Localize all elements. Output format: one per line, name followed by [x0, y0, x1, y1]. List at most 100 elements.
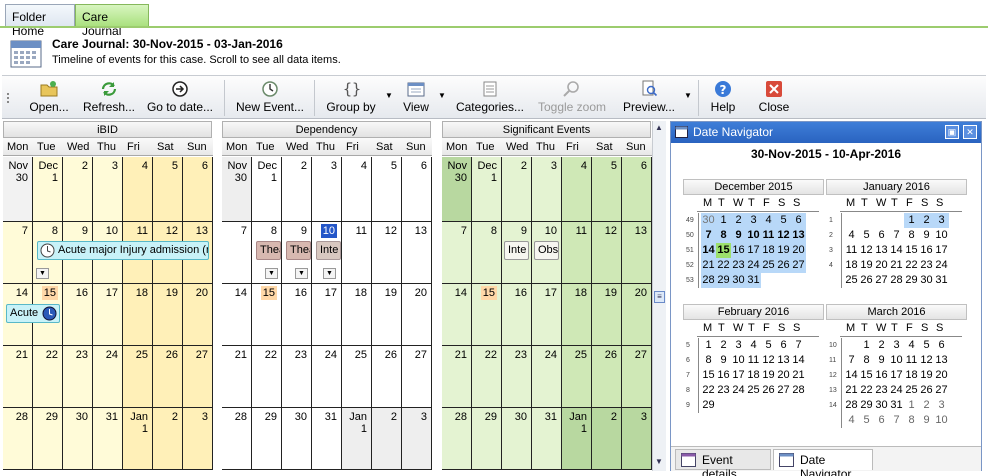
navigator-day[interactable]: 4: [844, 413, 859, 428]
tab-date-navigator[interactable]: Date Navigator: [773, 449, 873, 476]
calendar-day-cell[interactable]: 24: [93, 346, 123, 408]
calendar-day-cell[interactable]: 24: [312, 346, 342, 408]
calendar-day-cell[interactable]: 19: [372, 284, 402, 346]
calendar-day-cell[interactable]: 30: [63, 408, 93, 470]
navigator-day[interactable]: 21: [701, 258, 716, 273]
navigator-day[interactable]: 10: [934, 228, 949, 243]
navigator-day[interactable]: 22: [904, 258, 919, 273]
calendar-day-cell[interactable]: 7: [442, 222, 472, 284]
navigator-day[interactable]: 15: [859, 368, 874, 383]
navigator-day[interactable]: 6: [874, 413, 889, 428]
navigator-day[interactable]: 7: [889, 228, 904, 243]
navigator-day[interactable]: 13: [934, 353, 949, 368]
calendar-day-cell[interactable]: 27: [183, 346, 213, 408]
calendar-day-cell[interactable]: Nov 30: [222, 157, 252, 222]
calendar-day-cell[interactable]: 16: [502, 284, 532, 346]
navigator-day[interactable]: 13: [791, 228, 806, 243]
navigator-day[interactable]: 24: [731, 383, 746, 398]
calendar-day-cell[interactable]: 18: [562, 284, 592, 346]
calendar-day-cell[interactable]: 22: [33, 346, 63, 408]
calendar-day-cell[interactable]: 23: [282, 346, 312, 408]
calendar-day-cell[interactable]: 17: [93, 284, 123, 346]
navigator-day[interactable]: 25: [844, 273, 859, 288]
navigator-day[interactable]: 21: [844, 383, 859, 398]
navigator-day[interactable]: 13: [776, 353, 791, 368]
navigator-day[interactable]: 17: [731, 368, 746, 383]
calendar-day-cell[interactable]: 6: [402, 157, 432, 222]
navigator-day[interactable]: 6: [934, 338, 949, 353]
calendar-day-cell[interactable]: 12: [372, 222, 402, 284]
navigator-day[interactable]: 10: [746, 228, 761, 243]
navigator-day[interactable]: 18: [761, 243, 776, 258]
navigator-day[interactable]: 22: [859, 383, 874, 398]
calendar-day-cell[interactable]: 12: [592, 222, 622, 284]
calendar-day-cell[interactable]: 3: [312, 157, 342, 222]
navigator-day[interactable]: 26: [776, 258, 791, 273]
navigator-day[interactable]: 14: [889, 243, 904, 258]
calendar-day-cell[interactable]: 20: [622, 284, 652, 346]
calendar-day-cell[interactable]: 29: [33, 408, 63, 470]
calendar-day-cell[interactable]: 7: [3, 222, 33, 284]
calendar-day-cell[interactable]: 28: [442, 408, 472, 470]
navigator-day[interactable]: 26: [919, 383, 934, 398]
calendar-day-cell[interactable]: 23: [502, 346, 532, 408]
navigator-day[interactable]: 28: [889, 273, 904, 288]
navigator-day[interactable]: 31: [934, 273, 949, 288]
navigator-day[interactable]: 27: [874, 273, 889, 288]
more-events-icon[interactable]: ▼: [323, 268, 336, 279]
tab-event-details[interactable]: Event details: [675, 449, 771, 476]
navigator-day[interactable]: 7: [889, 413, 904, 428]
calendar-day-cell[interactable]: Jan 1: [123, 408, 153, 470]
navigator-day[interactable]: 10: [889, 353, 904, 368]
group-by-button[interactable]: {} Group by: [320, 76, 382, 120]
navigator-day[interactable]: 15: [716, 243, 731, 258]
event-acute[interactable]: Acute: [6, 304, 60, 323]
navigator-day[interactable]: 14: [844, 368, 859, 383]
calendar-day-cell[interactable]: 28: [222, 408, 252, 470]
navigator-day[interactable]: 22: [716, 258, 731, 273]
navigator-day[interactable]: 14: [701, 243, 716, 258]
navigator-day[interactable]: 5: [859, 228, 874, 243]
calendar-day-cell[interactable]: Dec 1: [252, 157, 282, 222]
navigator-day[interactable]: 22: [701, 383, 716, 398]
event-obse[interactable]: Obse: [534, 241, 559, 260]
calendar-day-cell[interactable]: Jan 1: [342, 408, 372, 470]
navigator-day[interactable]: 8: [859, 353, 874, 368]
calendar-day-cell[interactable]: 27: [402, 346, 432, 408]
calendar-day-cell[interactable]: 21: [442, 346, 472, 408]
navigator-day[interactable]: 2: [919, 213, 934, 228]
calendar-day-cell[interactable]: 31: [312, 408, 342, 470]
event-inte-significant[interactable]: Inte: [504, 241, 529, 260]
navigator-day[interactable]: 2: [716, 338, 731, 353]
calendar-day-cell[interactable]: 26: [592, 346, 622, 408]
calendar-day-cell[interactable]: 5: [592, 157, 622, 222]
navigator-day[interactable]: 9: [731, 228, 746, 243]
refresh-button[interactable]: Refresh...: [80, 76, 138, 120]
calendar-day-cell[interactable]: 27: [622, 346, 652, 408]
navigator-day[interactable]: 26: [761, 383, 776, 398]
calendar-day-cell[interactable]: 24: [532, 346, 562, 408]
navigator-day[interactable]: 16: [716, 368, 731, 383]
navigator-day[interactable]: 5: [859, 413, 874, 428]
navigator-day[interactable]: 17: [889, 368, 904, 383]
navigator-day[interactable]: 30: [874, 398, 889, 413]
calendar-day-cell[interactable]: 26: [153, 346, 183, 408]
calendar-day-cell[interactable]: 6: [622, 157, 652, 222]
preview-dropdown-icon[interactable]: ▼: [684, 91, 692, 100]
navigator-day[interactable]: 8: [701, 353, 716, 368]
navigator-day[interactable]: 4: [844, 228, 859, 243]
navigator-day[interactable]: 2: [919, 398, 934, 413]
calendar-day-cell[interactable]: 16: [63, 284, 93, 346]
navigator-day[interactable]: 12: [859, 243, 874, 258]
navigator-day[interactable]: 3: [934, 398, 949, 413]
navigator-day[interactable]: 20: [874, 258, 889, 273]
navigator-day[interactable]: 23: [731, 258, 746, 273]
navigator-day[interactable]: 16: [731, 243, 746, 258]
scroll-thumb[interactable]: ≡: [654, 291, 665, 303]
navigator-day[interactable]: 15: [904, 243, 919, 258]
open-button[interactable]: Open...: [26, 76, 72, 120]
event-thea-2[interactable]: Thea: [286, 241, 311, 260]
calendar-day-cell[interactable]: 30: [282, 408, 312, 470]
navigator-day[interactable]: 7: [844, 353, 859, 368]
calendar-day-cell[interactable]: 6: [183, 157, 213, 222]
